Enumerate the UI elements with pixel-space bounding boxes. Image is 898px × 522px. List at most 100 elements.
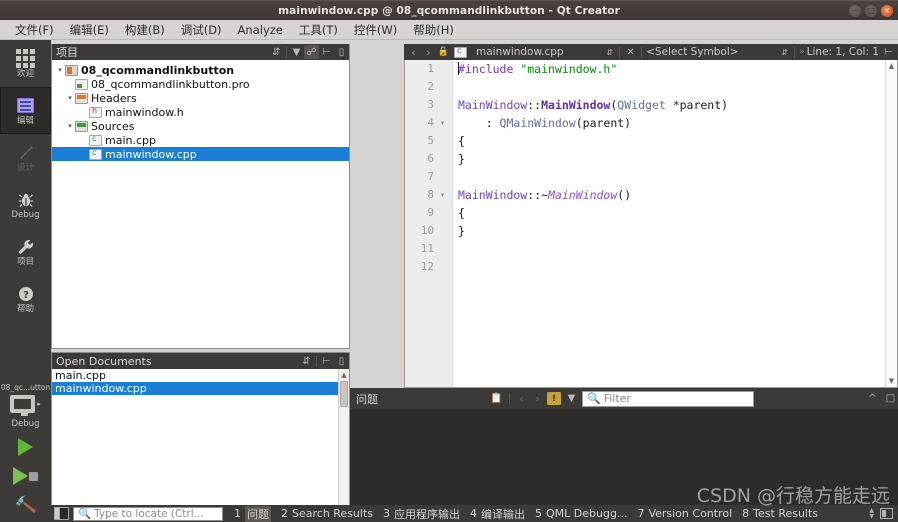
prev-issue-icon[interactable]: ‹ — [515, 392, 528, 405]
mode-help[interactable]: ? 帮助 — [0, 275, 51, 322]
open-document-item[interactable]: mainwindow.cpp — [52, 382, 349, 395]
menu-widgets[interactable]: 控件(W) — [347, 20, 404, 40]
symbol-selector-chevron-icon[interactable]: ⇵ — [779, 48, 790, 57]
locator-input[interactable]: 🔍 Type to locate (Ctrl... — [73, 506, 223, 521]
line-number: 1 — [427, 62, 434, 75]
pane-number: 1 — [234, 507, 241, 520]
navigate-back-icon[interactable]: ‹ — [407, 46, 420, 59]
menu-build[interactable]: 构建(B) — [118, 20, 172, 40]
minimize-button[interactable]: – — [849, 5, 861, 17]
tree-item-project[interactable]: ▾ 08_qcommandlinkbutton — [52, 63, 349, 77]
file-selector-chevron-icon[interactable]: ⇵ — [604, 48, 615, 57]
issues-list[interactable] — [350, 409, 898, 507]
filter-icon[interactable]: ▼ — [289, 45, 304, 59]
output-pane-app-output[interactable]: 3 应用程序输出 — [378, 506, 465, 522]
split-icon[interactable]: ⊢ — [881, 45, 896, 59]
tree-item-headers[interactable]: ▾ Headers — [52, 91, 349, 105]
scroll-up-icon[interactable]: ▲ — [339, 369, 349, 380]
copy-icon[interactable]: 📋 — [489, 392, 504, 406]
line-number: 6 — [427, 152, 434, 165]
scroll-down-icon[interactable]: ▼ — [886, 375, 897, 387]
build-hammer-icon[interactable]: 🔨 — [13, 494, 37, 517]
editor-filename[interactable]: mainwindow.cpp — [476, 46, 564, 58]
code-token: MainWindow — [548, 188, 618, 202]
scrollbar-thumb[interactable] — [340, 381, 348, 407]
output-pane-test-results[interactable]: 8 Test Results — [737, 507, 823, 520]
maximize-icon: □ — [867, 6, 875, 15]
mode-edit[interactable]: 编辑 — [0, 87, 51, 134]
open-documents-header: Open Documents ⇵ ⊢ ▯ — [52, 353, 349, 369]
pane-size-chevron-icon[interactable]: ▲ ▼ — [869, 507, 874, 520]
debug-run-icon[interactable] — [13, 467, 38, 485]
menu-debug[interactable]: 调试(D) — [174, 20, 229, 40]
output-pane-issues[interactable]: 1 问题 — [229, 505, 276, 522]
output-pane-version-control[interactable]: 7 Version Control — [632, 507, 737, 520]
issues-filter-input[interactable]: 🔍 Filter — [582, 390, 754, 407]
open-document-item[interactable]: main.cpp — [52, 369, 349, 382]
tree-item-label: main.cpp — [105, 133, 156, 147]
symbol-selector[interactable]: <Select Symbol> — [646, 46, 738, 58]
mode-debug[interactable]: Debug — [0, 181, 51, 228]
output-pane-qml-debugger[interactable]: 5 QML Debugg... — [530, 507, 632, 520]
menu-analyze[interactable]: Analyze — [231, 21, 290, 39]
code-text-area[interactable]: #include "mainwindow.h" MainWindow::Main… — [454, 60, 884, 387]
mode-design[interactable]: 设计 — [0, 134, 51, 181]
maximize-button[interactable]: □ — [865, 5, 877, 17]
navigate-forward-icon[interactable]: › — [422, 46, 435, 59]
sidebar-toggle-icon[interactable] — [54, 507, 69, 520]
target-selector-icon[interactable] — [10, 395, 36, 416]
fold-marker-icon[interactable]: ▾ — [438, 114, 447, 132]
run-icon[interactable] — [18, 438, 33, 456]
output-pane-compile-output[interactable]: 4 编译输出 — [465, 506, 530, 522]
lock-icon[interactable]: 🔒 — [437, 47, 450, 57]
cpp-file-icon — [89, 148, 102, 160]
menu-file[interactable]: 文件(F) — [8, 20, 61, 40]
close-document-icon[interactable]: ✕ — [624, 47, 637, 58]
tree-item-mainwindow-cpp[interactable]: mainwindow.cpp — [52, 147, 349, 161]
maximize-pane-icon[interactable]: □ — [883, 392, 898, 406]
mode-welcome[interactable]: 欢迎 — [0, 40, 51, 87]
wrench-icon — [17, 236, 35, 257]
issues-pane-header: 问题 📋 ‹ › ! ▼ 🔍 Filter ^ □ — [350, 388, 898, 409]
editor-body[interactable]: 1 2 3 4 5 6 7 8 9 10 11 12 ▾ ▾ #include … — [404, 60, 898, 388]
code-line: MainWindow::MainWindow(QWidget *parent) — [454, 96, 884, 114]
fold-marker-icon[interactable]: ▾ — [438, 186, 447, 204]
close-button[interactable]: × — [881, 5, 893, 17]
scroll-up-icon[interactable]: ▲ — [886, 60, 897, 72]
close-icon[interactable]: ▯ — [334, 354, 349, 368]
collapse-pane-icon[interactable]: ^ — [865, 392, 880, 406]
active-project-name[interactable]: 08_qc...utton — [1, 383, 50, 392]
chevron-down-icon[interactable]: ▾ — [55, 66, 65, 74]
filter-icon[interactable]: ▼ — [564, 392, 579, 406]
menu-edit[interactable]: 编辑(E) — [63, 20, 116, 40]
sync-selector-icon[interactable]: ⇵ — [269, 45, 284, 59]
open-documents-scrollbar[interactable]: ▲ — [338, 369, 349, 506]
overflow-icon[interactable]: » — [799, 47, 805, 57]
menu-tools[interactable]: 工具(T) — [292, 20, 345, 40]
sync-selector-icon[interactable]: ⇵ — [299, 354, 314, 368]
tree-item-pro-file[interactable]: 08_qcommandlinkbutton.pro — [52, 77, 349, 91]
output-pane-search-results[interactable]: 2 Search Results — [276, 507, 378, 520]
kit-selector-area: 08_qc...utton ▸ Debug 🔨 — [0, 383, 51, 522]
chevron-down-icon[interactable]: ▾ — [65, 122, 75, 130]
mode-debug-label: Debug — [11, 210, 40, 220]
tree-item-mainwindow-h[interactable]: mainwindow.h — [52, 105, 349, 119]
editor-scrollbar[interactable]: ▲ ▼ — [885, 60, 897, 387]
link-with-editor-icon[interactable]: ☍ — [304, 45, 319, 59]
warning-filter-icon[interactable]: ! — [547, 392, 561, 405]
search-icon: 🔍 — [587, 392, 601, 405]
next-issue-icon[interactable]: › — [531, 392, 544, 405]
split-icon[interactable]: ⊢ — [319, 45, 334, 59]
close-icon[interactable]: ▯ — [334, 45, 349, 59]
tree-item-main-cpp[interactable]: main.cpp — [52, 133, 349, 147]
tree-item-label: mainwindow.h — [105, 105, 184, 119]
split-icon[interactable]: ⊢ — [319, 354, 334, 368]
tree-item-sources[interactable]: ▾ Sources — [52, 119, 349, 133]
menu-help[interactable]: 帮助(H) — [406, 20, 461, 40]
line-number: 12 — [420, 260, 434, 273]
maximize-pane-icon[interactable] — [880, 508, 893, 519]
chevron-down-icon[interactable]: ▾ — [65, 94, 75, 102]
mode-projects[interactable]: 项目 — [0, 228, 51, 275]
